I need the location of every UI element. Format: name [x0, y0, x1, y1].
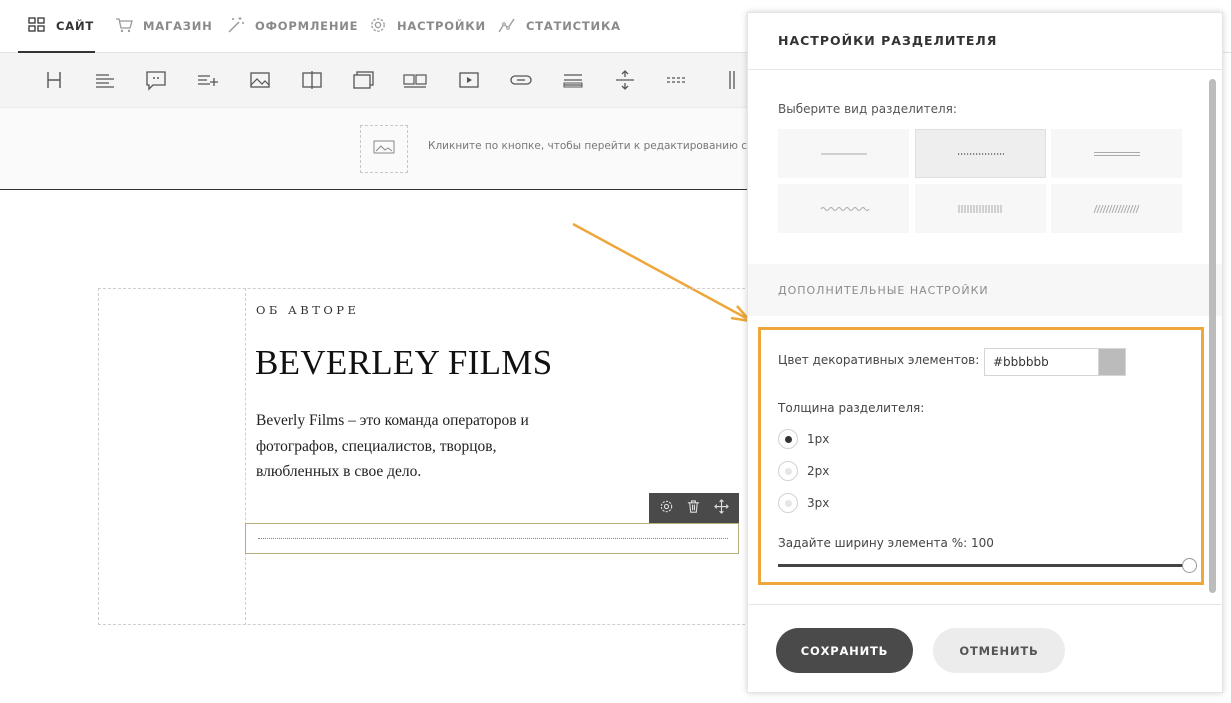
divider-settings-panel: НАСТРОЙКИ РАЗДЕЛИТЕЛЯ Выберите вид разде… [747, 12, 1223, 693]
nav-settings-label: НАСТРОЙКИ [397, 19, 486, 33]
thickness-option-label: 1px [807, 432, 830, 446]
slide-thumbnail[interactable] [360, 125, 408, 173]
image-placeholder-icon [373, 139, 395, 159]
solid-line-icon [820, 153, 867, 154]
panel-header: НАСТРОЙКИ РАЗДЕЛИТЕЛЯ [748, 13, 1222, 70]
divider-style-double[interactable] [1051, 129, 1182, 178]
divider-style-bars[interactable] [915, 184, 1046, 233]
thickness-radio-2px[interactable] [778, 461, 798, 481]
gallery-icon[interactable] [352, 69, 376, 91]
panel-title: НАСТРОЙКИ РАЗДЕЛИТЕЛЯ [778, 33, 998, 48]
nav-site-label: САЙТ [56, 19, 95, 33]
quote-icon[interactable] [144, 69, 168, 91]
grid-icon [28, 16, 46, 37]
additional-settings-title: ДОПОЛНИТЕЛЬНЫЕ НАСТРОЙКИ [778, 284, 989, 297]
nav-statistics-label: СТАТИСТИКА [526, 19, 621, 33]
cancel-button[interactable]: ОТМЕНИТЬ [933, 628, 1065, 673]
divider-icon[interactable] [665, 69, 689, 91]
divider-line [258, 538, 728, 539]
divider-style-solid[interactable] [778, 129, 909, 178]
thickness-radio-3px[interactable] [778, 493, 798, 513]
video-icon[interactable] [457, 69, 481, 91]
double-line-icon [1093, 151, 1140, 156]
gear-icon[interactable] [659, 499, 674, 518]
link-button-icon[interactable] [509, 69, 533, 91]
panel-footer: СОХРАНИТЬ ОТМЕНИТЬ [748, 604, 1222, 692]
divider-element-toolbar [649, 493, 739, 523]
slashes-icon [1093, 204, 1139, 213]
list-add-icon[interactable] [196, 69, 220, 91]
column-separator [245, 288, 246, 625]
lines-icon[interactable] [561, 69, 585, 91]
width-slider-track[interactable] [778, 564, 1190, 567]
dotted-line-icon [957, 152, 1004, 155]
nav-site[interactable]: САЙТ [18, 0, 95, 53]
cart-icon [115, 16, 133, 37]
thickness-radio-1px[interactable] [778, 429, 798, 449]
text-icon[interactable] [93, 69, 117, 91]
spacer-icon[interactable] [613, 69, 637, 91]
width-label: Задайте ширину элемента %: 100 [778, 536, 994, 550]
width-slider-handle[interactable] [1182, 558, 1197, 573]
save-button[interactable]: СОХРАНИТЬ [776, 628, 913, 673]
additional-settings-header: ДОПОЛНИТЕЛЬНЫЕ НАСТРОЙКИ [748, 264, 1222, 316]
magic-wand-icon [227, 16, 245, 37]
divider-style-dotted[interactable] [915, 129, 1046, 178]
color-label: Цвет декоративных элементов: [778, 353, 980, 367]
nav-design-label: ОФОРМЛЕНИЕ [255, 19, 359, 33]
heading-icon[interactable] [42, 69, 66, 91]
image-compare-icon[interactable] [300, 69, 324, 91]
wavy-line-icon [820, 206, 869, 211]
move-icon[interactable] [713, 498, 729, 518]
image-icon[interactable] [248, 69, 272, 91]
thickness-label: Толщина разделителя: [778, 401, 925, 415]
vertical-bars-icon [958, 204, 1001, 213]
section-overline[interactable]: ОБ АВТОРЕ [256, 303, 359, 317]
thickness-option-label: 3px [807, 496, 830, 510]
color-swatch[interactable] [1098, 349, 1125, 375]
chart-line-icon [498, 16, 516, 37]
divider-style-label: Выберите вид разделителя: [778, 102, 957, 116]
divider-style-slashes[interactable] [1051, 184, 1182, 233]
thickness-option-label: 2px [807, 464, 830, 478]
nav-shop[interactable]: МАГАЗИН [115, 0, 213, 52]
panel-scrollbar[interactable] [1209, 79, 1216, 593]
nav-design[interactable]: ОФОРМЛЕНИЕ [227, 0, 358, 52]
nav-statistics[interactable]: СТАТИСТИКА [498, 0, 621, 52]
divider-style-wavy[interactable] [778, 184, 909, 233]
element-toolbar [0, 53, 760, 108]
section-body-text[interactable]: Beverly Films – это команда операторов и… [256, 408, 556, 485]
images-icon[interactable] [403, 69, 427, 91]
trash-icon[interactable] [686, 499, 701, 518]
gear-icon [369, 16, 387, 37]
section-headline[interactable]: BEVERLEY FILMS [255, 343, 553, 383]
nav-shop-label: МАГАЗИН [143, 19, 213, 33]
nav-settings[interactable]: НАСТРОЙКИ [369, 0, 486, 52]
slide-bar: Кликните по кнопке, чтобы перейти к реда… [0, 108, 760, 190]
divider-element[interactable] [245, 523, 739, 554]
columns-icon[interactable] [717, 69, 735, 91]
slide-hint-text: Кликните по кнопке, чтобы перейти к реда… [428, 140, 748, 152]
